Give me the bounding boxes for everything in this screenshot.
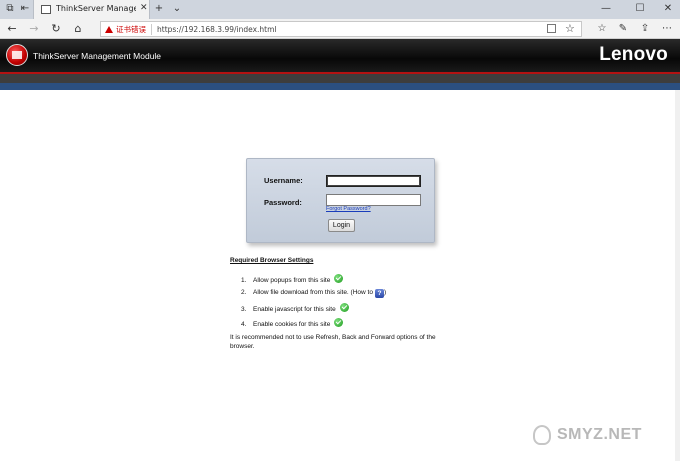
set-tabs-aside-icon[interactable]: ⇤ (19, 2, 31, 16)
close-window-icon[interactable]: ✕ (658, 1, 678, 17)
login-button[interactable]: Login (328, 219, 355, 232)
password-input[interactable] (326, 194, 421, 206)
watermark: SMYZ.NET (557, 426, 642, 443)
certificate-error-badge[interactable]: 证书错误 (105, 23, 146, 36)
username-input[interactable] (326, 175, 421, 187)
check-icon (339, 303, 349, 312)
requirement-item: 3. Enable javascript for this site (241, 303, 349, 313)
app-header: ThinkServer Management Module Lenovo (0, 39, 680, 72)
refresh-icon[interactable]: ↻ (48, 21, 64, 37)
check-icon (334, 274, 344, 283)
address-box[interactable]: 证书错误 https://192.168.3.99/index.html ☆ (100, 21, 582, 37)
back-icon[interactable]: ← (4, 21, 20, 37)
tab-list-chevron-icon[interactable]: ⌄ (171, 2, 183, 16)
forward-icon[interactable]: → (26, 21, 42, 37)
app-title: ThinkServer Management Module (33, 51, 162, 61)
brand-logo: Lenovo (599, 44, 668, 65)
header-stripe-blue (0, 83, 680, 90)
favorites-hub-icon[interactable]: ☆ (594, 21, 610, 37)
username-label: Username: (264, 176, 303, 185)
watermark-logo-icon (533, 425, 551, 445)
share-icon[interactable]: ⇪ (637, 21, 653, 37)
browser-note: It is recommended not to use Refresh, Ba… (230, 334, 436, 350)
help-icon[interactable]: ? (374, 289, 384, 298)
login-panel: Username: Password: Forgot Password? Log… (246, 158, 435, 243)
favorite-star-icon[interactable]: ☆ (565, 22, 575, 36)
item-text: Enable cookies for this site (253, 321, 331, 328)
tab-title: ThinkServer Manageme (56, 4, 136, 13)
maximize-icon[interactable]: ☐ (630, 1, 650, 17)
requirement-item: 4. Enable cookies for this site (241, 318, 344, 328)
item-text: Allow popups from this site (253, 277, 331, 284)
forgot-password-link[interactable]: Forgot Password? (326, 206, 371, 212)
url-text[interactable]: https://192.168.3.99/index.html (157, 23, 277, 36)
warning-icon (105, 26, 113, 33)
item-number: 3. (241, 306, 247, 313)
password-label: Password: (264, 198, 302, 207)
item-text: Allow file download from this site. (How… (253, 289, 373, 296)
tab-close-icon[interactable]: ✕ (140, 3, 148, 13)
add-notes-icon[interactable]: ✎ (615, 21, 631, 37)
header-stripe-dark (0, 74, 680, 83)
url-divider (151, 24, 152, 35)
minimize-icon[interactable]: — (596, 1, 616, 17)
address-toolbar: ← → ↻ ⌂ 证书错误 https://192.168.3.99/index.… (0, 19, 680, 39)
more-menu-icon[interactable]: ⋯ (659, 21, 675, 37)
tab-preview-icon[interactable]: ⧉ (4, 2, 16, 16)
requirements-heading: Required Browser Settings (230, 257, 314, 264)
item-text: Enable javascript for this site (253, 306, 336, 313)
requirement-item: 1. Allow popups from this site (241, 274, 344, 284)
home-icon[interactable]: ⌂ (70, 21, 86, 37)
item-number: 4. (241, 321, 247, 328)
check-icon (334, 318, 344, 327)
cert-warning-label: 证书错误 (116, 25, 146, 34)
page-favicon-icon (41, 5, 51, 14)
requirement-item: 2. Allow file download from this site. (H… (241, 289, 386, 298)
item-number: 1. (241, 277, 247, 284)
item-number: 2. (241, 289, 247, 296)
item-suffix: ) (383, 289, 387, 296)
page-scrollbar[interactable] (675, 90, 680, 461)
browser-tab-active[interactable]: ThinkServer Manageme ✕ (33, 0, 150, 19)
reading-view-icon[interactable] (547, 24, 556, 33)
new-tab-icon[interactable]: + (153, 2, 165, 16)
browser-tab-strip: ⧉ ⇤ ThinkServer Manageme ✕ + ⌄ — ☐ ✕ (0, 0, 680, 19)
thinkserver-logo-icon (6, 44, 28, 66)
